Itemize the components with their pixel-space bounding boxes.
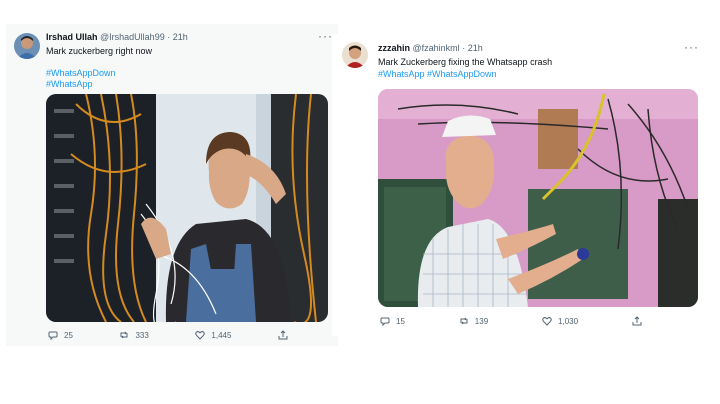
retweet-count: 333: [135, 330, 149, 340]
share-button[interactable]: [278, 330, 288, 340]
retweet-button[interactable]: 333: [119, 330, 149, 340]
tweet-text: Mark zuckerberg right now: [46, 46, 153, 56]
like-count: 1,445: [211, 330, 232, 340]
retweet-icon: [120, 331, 128, 339]
author-handle[interactable]: @fzahinkml: [413, 43, 460, 53]
share-button[interactable]: [632, 316, 642, 326]
author-name[interactable]: Irshad Ullah: [46, 32, 98, 42]
hashtag-whatsapp[interactable]: #WhatsApp: [46, 79, 93, 89]
timestamp[interactable]: 21h: [173, 32, 188, 42]
tweet-image[interactable]: [46, 94, 328, 322]
more-icon[interactable]: ···: [318, 29, 333, 43]
like-button[interactable]: 1,445: [195, 330, 231, 340]
avatar[interactable]: [342, 42, 368, 68]
retweet-button[interactable]: 139: [459, 316, 488, 326]
like-count: 1,030: [558, 316, 579, 326]
reply-button[interactable]: 15: [380, 316, 405, 326]
more-icon[interactable]: ···: [684, 40, 699, 54]
timestamp[interactable]: 21h: [468, 43, 483, 53]
reply-button[interactable]: 25: [48, 330, 73, 340]
reply-icon: [48, 331, 58, 340]
separator: ·: [462, 43, 466, 53]
reply-count: 25: [64, 330, 73, 340]
share-icon: [632, 316, 642, 326]
separator: ·: [167, 32, 171, 42]
tweet-text: Mark Zuckerberg fixing the Whatsapp cras…: [378, 57, 553, 67]
tweet-image[interactable]: [378, 89, 698, 307]
reply-icon: [380, 317, 390, 326]
share-icon: [278, 330, 288, 340]
like-button[interactable]: 1,030: [542, 316, 578, 326]
avatar[interactable]: [14, 33, 40, 59]
hashtag-whatsappdown[interactable]: #WhatsAppDown: [46, 68, 116, 78]
retweet-count: 139: [474, 316, 489, 326]
like-icon: [195, 331, 206, 340]
tweet-card-2[interactable]: zzzahin @fzahinkml · 21h ··· Mark Zucker…: [332, 34, 708, 336]
hashtags[interactable]: #WhatsApp #WhatsAppDown: [378, 69, 497, 79]
like-icon: [542, 317, 552, 326]
author-handle[interactable]: @IrshadUllah99: [100, 32, 165, 42]
author-name[interactable]: zzzahin: [378, 43, 410, 53]
retweet-icon: [460, 317, 468, 325]
reply-count: 15: [396, 316, 405, 326]
tweet-card-1[interactable]: Irshad Ullah @IrshadUllah99 · 21h ··· Ma…: [6, 24, 338, 346]
